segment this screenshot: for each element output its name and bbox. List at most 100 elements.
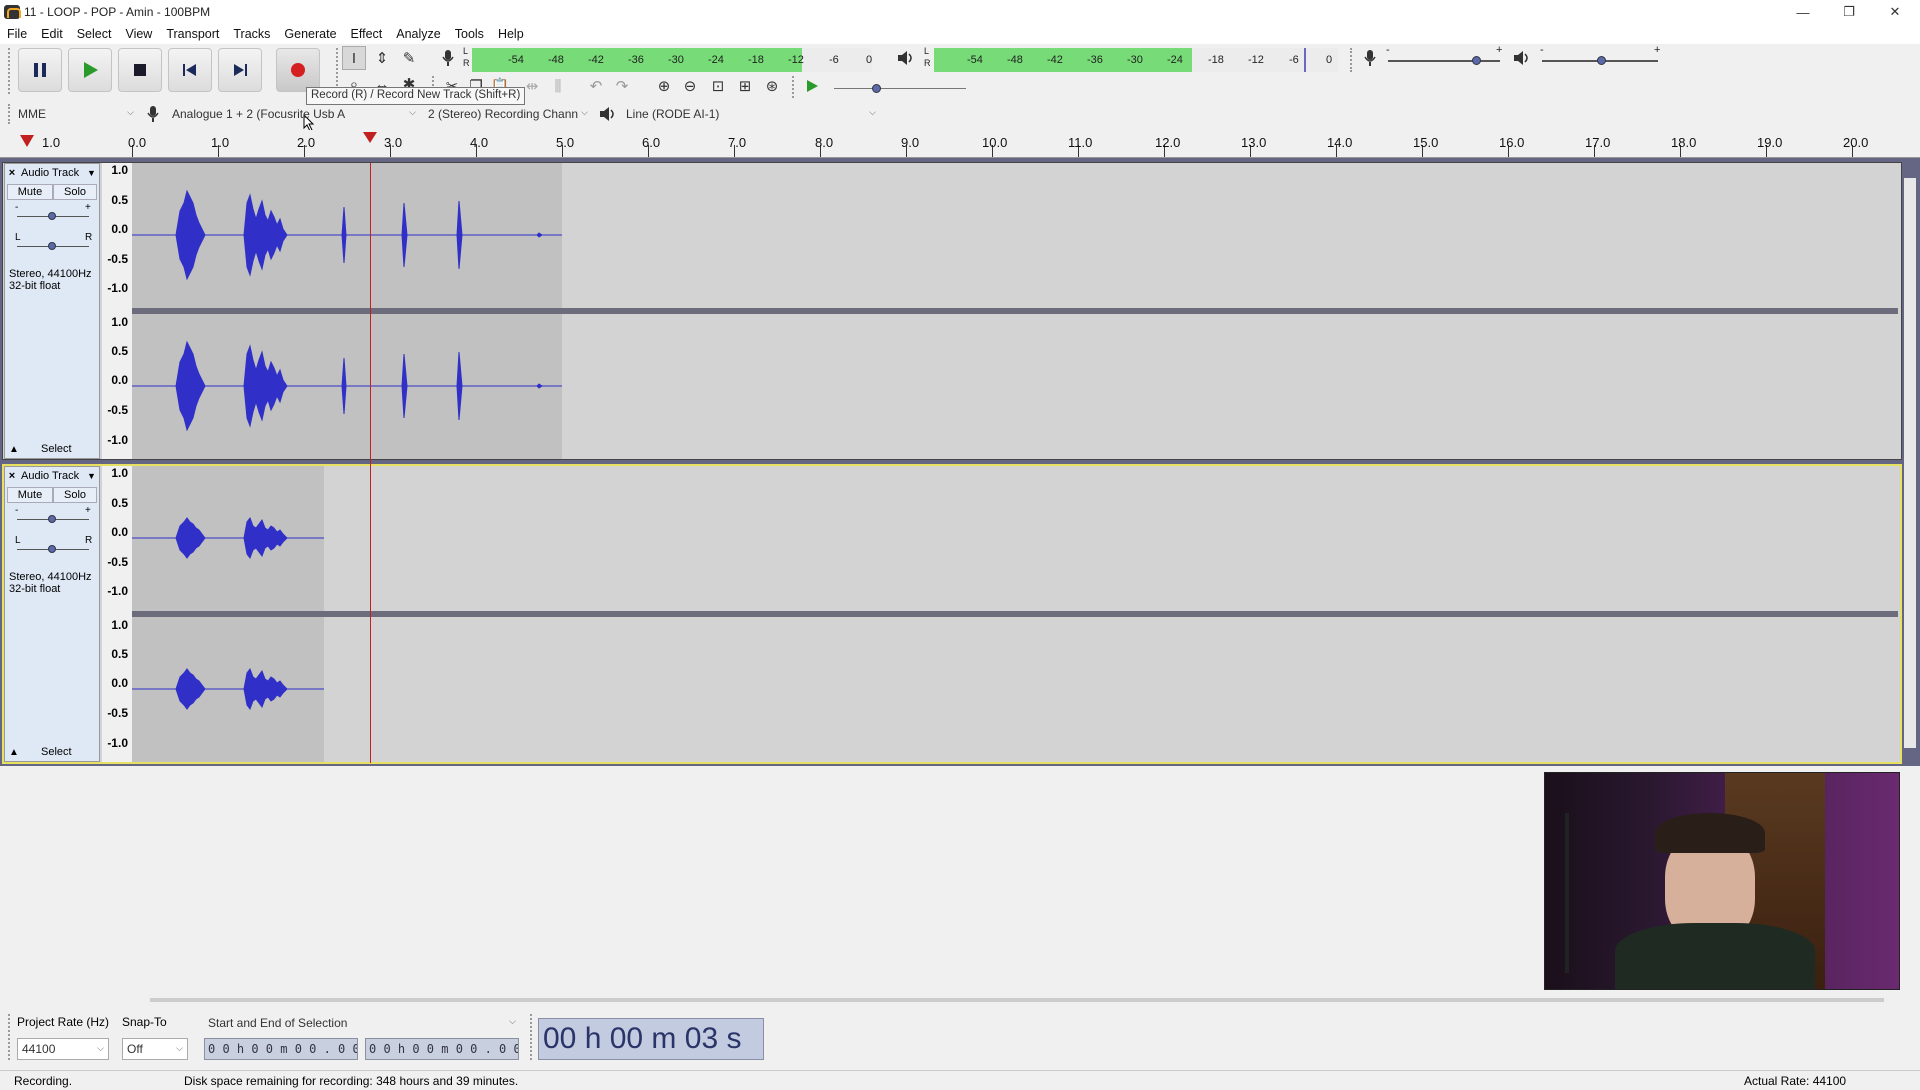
stop-button[interactable] — [118, 48, 162, 92]
track-2-right-channel[interactable] — [132, 617, 1898, 762]
playback-device-speaker-icon — [596, 102, 620, 126]
menu-view[interactable]: View — [118, 27, 159, 41]
selection-tool-icon[interactable]: I — [342, 46, 366, 70]
playhead-line — [370, 163, 371, 763]
minimize-button[interactable]: — — [1780, 0, 1826, 24]
horizontal-scrollbar[interactable] — [150, 998, 1884, 1002]
record-icon — [291, 63, 305, 77]
select-track-button[interactable]: Select — [41, 443, 72, 455]
menu-tools[interactable]: Tools — [448, 27, 491, 41]
playback-meter-speaker-icon[interactable] — [894, 46, 918, 70]
close-button[interactable]: ✕ — [1872, 0, 1918, 24]
project-rate-select[interactable]: 44100 ⌵ — [17, 1038, 109, 1060]
select-track-button[interactable]: Select — [41, 746, 72, 758]
skip-to-start-button[interactable] — [168, 48, 212, 92]
zoom-toggle-icon[interactable]: ⊛ — [760, 74, 784, 98]
track-area[interactable]: × Audio Track ▼ Mute Solo - + L R Stereo… — [0, 158, 1920, 766]
collapse-track-icon[interactable]: ▲ — [9, 444, 19, 455]
track-close-icon[interactable]: × — [5, 469, 19, 483]
track-name-menu[interactable]: Audio Track — [19, 470, 87, 482]
track-menu-chevron-icon[interactable]: ▼ — [87, 168, 99, 178]
undo-icon[interactable]: ↶ — [584, 74, 608, 98]
time-toolbar-grip[interactable] — [530, 1014, 536, 1060]
snap-to-select[interactable]: Off ⌵ — [122, 1038, 188, 1060]
audio-position-time[interactable]: 00 h 00 m 03 s — [538, 1018, 764, 1060]
chevron-down-icon: ⌵ — [176, 1043, 183, 1053]
menu-edit[interactable]: Edit — [34, 27, 70, 41]
play-speed-thumb[interactable] — [872, 84, 881, 93]
mute-button[interactable]: Mute — [7, 487, 53, 503]
fit-project-icon[interactable]: ⊞ — [733, 74, 757, 98]
selection-end-time[interactable]: 0 0 h 0 0 m 0 0 . 0 0 0 s — [365, 1038, 519, 1060]
recording-volume-thumb[interactable] — [1472, 56, 1481, 65]
zoom-in-icon[interactable]: ⊕ — [652, 74, 676, 98]
mixer-grip[interactable] — [1350, 48, 1356, 72]
menu-transport[interactable]: Transport — [159, 27, 226, 41]
solo-button[interactable]: Solo — [53, 487, 97, 503]
ruler-label: 5.0 — [556, 135, 575, 150]
track-close-icon[interactable]: × — [5, 166, 19, 180]
draw-tool-icon[interactable]: ✎ — [397, 46, 421, 70]
menu-effect[interactable]: Effect — [344, 27, 390, 41]
vertical-scrollbar[interactable] — [1904, 178, 1916, 748]
menu-bar: File Edit Select View Transport Tracks G… — [0, 24, 1920, 44]
play-button[interactable] — [68, 48, 112, 92]
project-rate-label: Project Rate (Hz) — [17, 1015, 110, 1029]
record-meter-mic-icon[interactable] — [436, 46, 460, 70]
chevron-down-icon: ⌵ — [869, 107, 876, 117]
pan-thumb[interactable] — [48, 545, 56, 553]
redo-icon[interactable]: ↷ — [610, 74, 634, 98]
menu-help[interactable]: Help — [491, 27, 531, 41]
playback-device-select[interactable]: Line (RODE AI-1) ⌵ — [622, 103, 880, 125]
menu-tracks[interactable]: Tracks — [226, 27, 277, 41]
selection-toolbar-grip[interactable] — [8, 1014, 14, 1060]
zoom-out-icon[interactable]: ⊖ — [678, 74, 702, 98]
track-1-amplitude-scale[interactable]: 1.0 0.5 0.0 -0.5 -1.0 1.0 0.5 0.0 -0.5 -… — [102, 163, 132, 459]
chevron-down-icon: ⌵ — [509, 1016, 516, 1026]
skip-to-end-button[interactable] — [218, 48, 262, 92]
envelope-tool-icon[interactable]: ⇕ — [370, 46, 394, 70]
track-2-left-channel[interactable] — [132, 466, 1898, 611]
playback-volume-thumb[interactable] — [1597, 56, 1606, 65]
playback-meter-tick: -24 — [1167, 54, 1183, 66]
recording-channels-select[interactable]: 2 (Stereo) Recording Chann ⌵ — [424, 103, 592, 125]
toolbar-grip[interactable] — [8, 48, 14, 94]
ruler-label: 13.0 — [1241, 135, 1267, 150]
solo-button[interactable]: Solo — [53, 184, 97, 200]
playback-meter-tick: -54 — [967, 54, 983, 66]
track-name-menu[interactable]: Audio Track — [19, 167, 87, 179]
track-1-left-channel[interactable] — [132, 163, 1898, 308]
snap-to-value: Off — [127, 1042, 143, 1056]
play-at-speed-button[interactable] — [800, 74, 824, 98]
play-at-speed-grip[interactable] — [792, 76, 798, 98]
selection-start-time[interactable]: 0 0 h 0 0 m 0 0 . 0 0 0 s — [204, 1038, 358, 1060]
collapse-track-icon[interactable]: ▲ — [9, 747, 19, 758]
track-1-right-channel[interactable] — [132, 314, 1898, 459]
gain-thumb[interactable] — [48, 515, 56, 523]
menu-generate[interactable]: Generate — [277, 27, 343, 41]
track-2-amplitude-scale[interactable]: 1.0 0.5 0.0 -0.5 -1.0 1.0 0.5 0.0 -0.5 -… — [102, 466, 132, 762]
maximize-button[interactable]: ❐ — [1826, 0, 1872, 24]
pause-button[interactable] — [18, 48, 62, 92]
record-button[interactable] — [276, 48, 320, 92]
audio-host-select[interactable]: MME ⌵ — [14, 103, 138, 125]
ruler-label: 19.0 — [1757, 135, 1783, 150]
stop-icon — [134, 64, 146, 76]
recording-device-select[interactable]: Analogue 1 + 2 (Focusrite Usb A ⌵ — [168, 103, 420, 125]
fit-selection-icon[interactable]: ⊡ — [706, 74, 730, 98]
track-menu-chevron-icon[interactable]: ▼ — [87, 471, 99, 481]
pin-playhead-icon[interactable] — [20, 134, 34, 148]
pan-thumb[interactable] — [48, 242, 56, 250]
menu-file[interactable]: File — [0, 27, 34, 41]
pan-right-label: R — [85, 535, 93, 546]
menu-analyze[interactable]: Analyze — [389, 27, 447, 41]
selection-mode-select[interactable]: Start and End of Selection ⌵ — [204, 1012, 520, 1034]
silence-icon[interactable]: ⫼ — [546, 74, 570, 98]
timeline-ruler[interactable]: 1.0 0.0 1.0 2.0 3.0 4.0 5.0 6.0 7.0 8.0 … — [0, 130, 1920, 158]
gain-thumb[interactable] — [48, 212, 56, 220]
mute-button[interactable]: Mute — [7, 184, 53, 200]
play-speed-slider[interactable] — [834, 88, 966, 89]
menu-select[interactable]: Select — [70, 27, 119, 41]
recording-volume-slider[interactable] — [1388, 60, 1500, 62]
waveform — [132, 189, 562, 281]
